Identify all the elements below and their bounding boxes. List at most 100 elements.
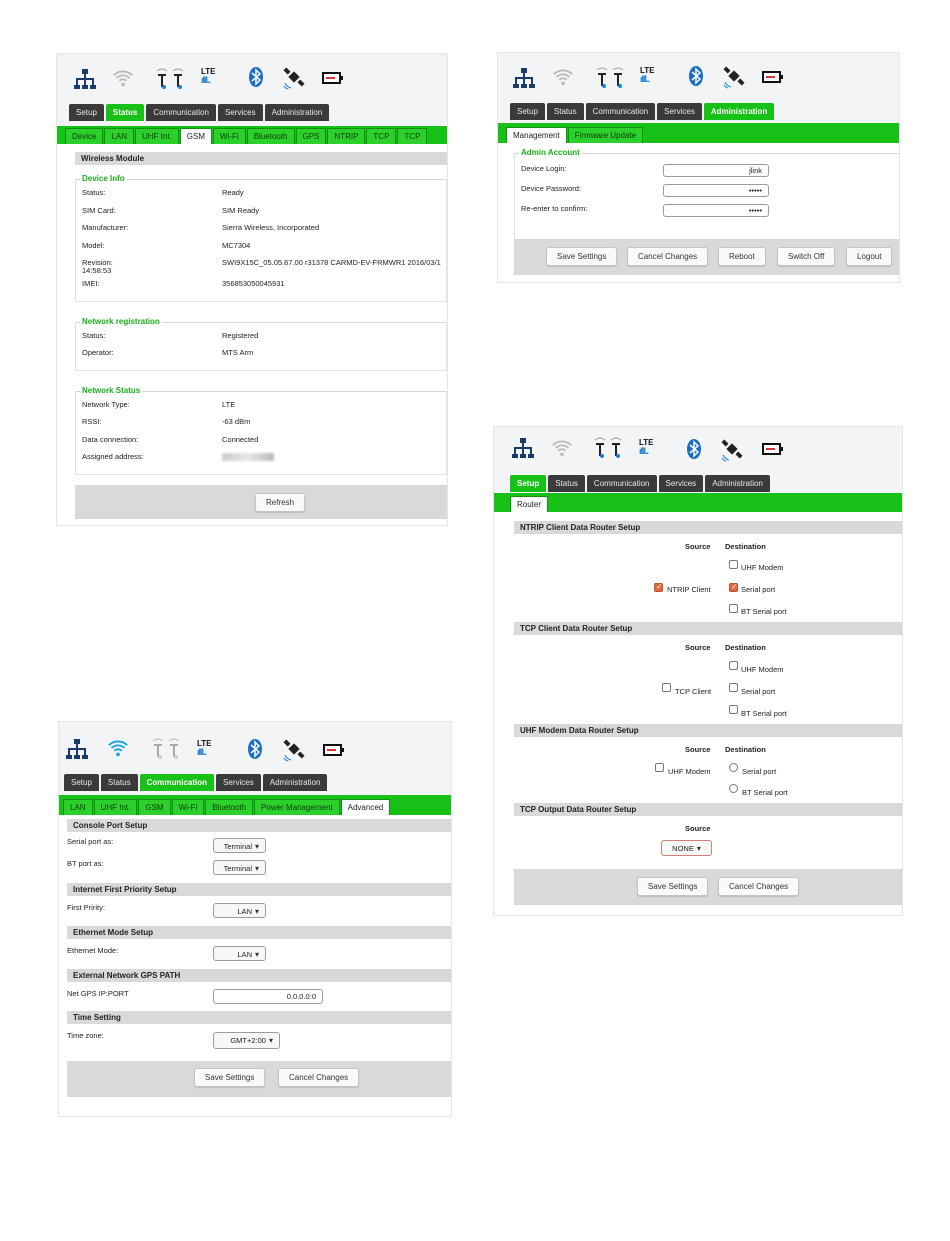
- gps-satellite-icon[interactable]: [722, 66, 746, 90]
- uhf-antenna-icon[interactable]: [155, 67, 185, 91]
- tcp-dest-serial-checkbox[interactable]: [729, 683, 738, 692]
- subtab-ntrip[interactable]: NTRIP: [327, 128, 366, 144]
- tab-setup[interactable]: Setup: [69, 104, 104, 121]
- ntrip-dest-uhf-checkbox[interactable]: [729, 560, 738, 569]
- battery-icon: [323, 744, 344, 756]
- refresh-button[interactable]: Refresh: [255, 492, 306, 512]
- gps-satellite-icon[interactable]: [282, 67, 306, 91]
- tab-status[interactable]: Status: [105, 104, 145, 121]
- tab-administration[interactable]: Administration: [262, 774, 328, 791]
- tab-communication[interactable]: Communication: [585, 103, 656, 120]
- wifi-icon[interactable]: [552, 66, 574, 88]
- gps-satellite-icon[interactable]: [282, 739, 306, 763]
- subtab-wifi[interactable]: Wi-Fi: [171, 799, 205, 815]
- uhf-dest-serial-radio[interactable]: [729, 763, 738, 772]
- save-settings-button[interactable]: Save Settings: [194, 1068, 266, 1087]
- chevron-down-icon: ▾: [254, 864, 259, 873]
- bluetooth-icon[interactable]: [249, 67, 263, 87]
- subtab-wifi[interactable]: Wi-Fi: [213, 128, 246, 144]
- wifi-icon[interactable]: [107, 737, 129, 759]
- tab-setup[interactable]: Setup: [510, 103, 545, 120]
- bt-port-select[interactable]: Terminal ▾: [213, 860, 266, 875]
- uhf-modem-checkbox[interactable]: [655, 763, 664, 772]
- subtab-gsm[interactable]: GSM: [179, 128, 213, 144]
- uhf-antenna-icon[interactable]: [593, 436, 623, 460]
- subtab-advanced[interactable]: Advanced: [340, 799, 391, 815]
- first-priority-select[interactable]: LAN ▾: [213, 903, 266, 918]
- subtab-firmware-update[interactable]: Firmware Update: [567, 127, 644, 143]
- tab-services[interactable]: Services: [217, 104, 263, 121]
- tab-status[interactable]: Status: [546, 103, 584, 120]
- subtab-management[interactable]: Management: [506, 127, 567, 143]
- serial-port-select[interactable]: Terminal ▾: [213, 838, 266, 853]
- tab-setup[interactable]: Setup: [510, 475, 547, 492]
- tab-services[interactable]: Services: [658, 475, 704, 492]
- admin-account-group: Admin Account Device Login: jlink Device…: [514, 148, 899, 243]
- subtab-lan[interactable]: LAN: [104, 128, 135, 144]
- confirm-password-field[interactable]: •••••: [663, 204, 769, 217]
- tab-administration[interactable]: Administration: [703, 103, 775, 120]
- tab-administration[interactable]: Administration: [264, 104, 330, 121]
- subtab-gsm[interactable]: GSM: [138, 799, 171, 815]
- subtab-uhf[interactable]: UHF Int.: [135, 128, 179, 144]
- tab-communication[interactable]: Communication: [146, 104, 216, 121]
- net-gps-input[interactable]: 0.0.0.0:0: [213, 989, 323, 1004]
- device-login-field[interactable]: jlink: [663, 164, 769, 177]
- router-content: NTRIP Client Data Router Setup Source De…: [494, 518, 902, 915]
- uhf-dest-bt-radio[interactable]: [729, 784, 738, 793]
- main-tabs: Setup Status Communication Services Administ…: [59, 774, 451, 795]
- subtab-tcp[interactable]: TCP: [366, 128, 397, 144]
- subtab-bluetooth[interactable]: Bluetooth: [246, 128, 295, 144]
- save-settings-button[interactable]: Save Settings: [546, 247, 618, 266]
- ethernet-mode-select[interactable]: LAN ▾: [213, 946, 266, 961]
- lan-icon[interactable]: [511, 436, 535, 460]
- tab-communication[interactable]: Communication: [139, 774, 215, 791]
- subtab-tcp-2[interactable]: TCP: [397, 128, 428, 144]
- lan-icon[interactable]: [65, 737, 89, 761]
- chevron-down-icon: ▾: [254, 842, 259, 851]
- tab-communication[interactable]: Communication: [586, 475, 657, 492]
- tab-services[interactable]: Services: [216, 774, 261, 791]
- destination-header: Destination: [725, 542, 766, 551]
- cancel-changes-button[interactable]: Cancel Changes: [718, 877, 800, 896]
- switch-off-button[interactable]: Switch Off: [777, 247, 836, 266]
- ntrip-dest-serial-checkbox[interactable]: [729, 582, 738, 592]
- ntrip-dest-bt-checkbox[interactable]: [729, 604, 738, 613]
- tcp-dest-uhf-checkbox[interactable]: [729, 661, 738, 670]
- bluetooth-icon[interactable]: [689, 66, 703, 86]
- tab-services[interactable]: Services: [657, 103, 702, 120]
- subtab-gps[interactable]: GPS: [295, 128, 327, 144]
- tab-status[interactable]: Status: [100, 774, 138, 791]
- subtab-bluetooth[interactable]: Bluetooth: [205, 799, 254, 815]
- logout-button[interactable]: Logout: [846, 247, 893, 266]
- wifi-icon[interactable]: [551, 437, 573, 459]
- subtab-lan[interactable]: LAN: [63, 799, 93, 815]
- wifi-icon[interactable]: [112, 67, 134, 89]
- reboot-button[interactable]: Reboot: [718, 247, 766, 266]
- uhf-antenna-icon[interactable]: [595, 66, 625, 90]
- tcp-output-router-title: TCP Output Data Router Setup: [514, 803, 902, 816]
- uhf-antenna-icon[interactable]: [151, 737, 181, 761]
- bluetooth-icon[interactable]: [687, 439, 701, 459]
- lan-icon[interactable]: [73, 67, 97, 91]
- tab-setup[interactable]: Setup: [64, 774, 99, 791]
- subtab-router[interactable]: Router: [510, 496, 549, 512]
- internet-priority-title: Internet First Priority Setup: [67, 883, 451, 896]
- tcp-client-checkbox[interactable]: [662, 683, 671, 692]
- device-password-field[interactable]: •••••: [663, 184, 769, 197]
- gps-satellite-icon[interactable]: [720, 439, 744, 463]
- subtab-device[interactable]: Device: [65, 128, 104, 144]
- subtab-uhf[interactable]: UHF Int.: [93, 799, 138, 815]
- tcp-output-select[interactable]: NONE ▾: [661, 840, 712, 856]
- ntrip-client-checkbox[interactable]: [654, 582, 663, 592]
- subtab-power-management[interactable]: Power Management: [254, 799, 340, 815]
- tab-administration[interactable]: Administration: [705, 475, 770, 492]
- tab-status[interactable]: Status: [548, 475, 585, 492]
- cancel-changes-button[interactable]: Cancel Changes: [627, 247, 709, 266]
- bluetooth-icon[interactable]: [248, 739, 262, 759]
- save-settings-button[interactable]: Save Settings: [637, 877, 709, 896]
- time-zone-select[interactable]: GMT+2:00 ▾: [213, 1032, 280, 1049]
- tcp-dest-bt-checkbox[interactable]: [729, 705, 738, 714]
- cancel-changes-button[interactable]: Cancel Changes: [278, 1068, 360, 1087]
- lan-icon[interactable]: [512, 66, 536, 90]
